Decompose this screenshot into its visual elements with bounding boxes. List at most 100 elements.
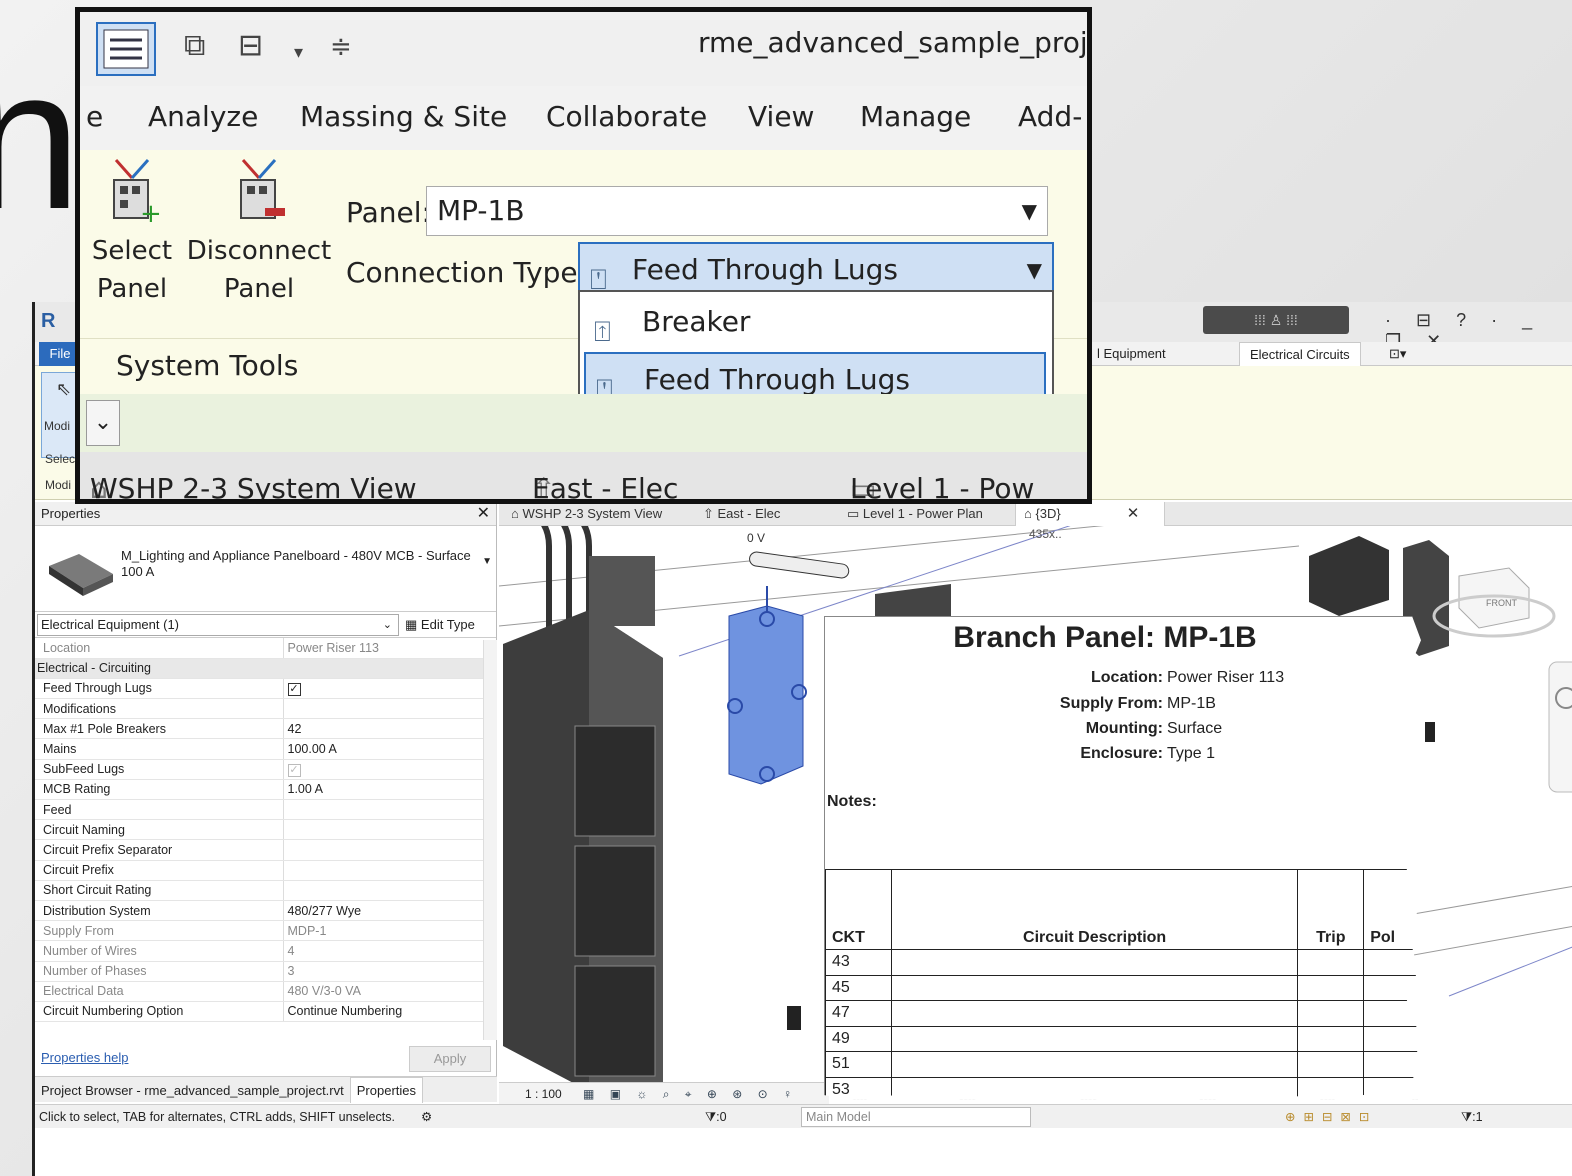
dropdown-arrow-icon[interactable]: ▼ bbox=[482, 556, 492, 567]
disconnect-panel-button[interactable]: Disconnect Panel bbox=[186, 156, 332, 308]
voltage-label: 0 V bbox=[747, 531, 765, 545]
tab-level-1-power-plan[interactable]: ▭ Level 1 - Power Plan bbox=[839, 502, 983, 526]
property-label: Supply From bbox=[35, 920, 283, 942]
option-breaker[interactable]: ⍐ Breaker bbox=[584, 296, 1046, 348]
tab-massing-site[interactable]: Massing & Site bbox=[300, 100, 507, 133]
customize-toolbar-icon[interactable]: ≑ bbox=[330, 32, 352, 62]
tab-electrical-circuits[interactable]: Electrical Circuits bbox=[1239, 342, 1361, 366]
property-group-row[interactable]: Electrical - Circuiting bbox=[35, 658, 483, 679]
property-value[interactable] bbox=[282, 880, 483, 901]
view-scale[interactable]: 1 : 100 bbox=[525, 1087, 562, 1101]
dropdown-arrow-icon[interactable]: ▾ bbox=[294, 42, 303, 63]
properties-scrollbar[interactable] bbox=[483, 640, 497, 1040]
apply-button[interactable]: Apply bbox=[409, 1046, 491, 1072]
tab-view[interactable]: View bbox=[748, 100, 814, 133]
view-control-icons[interactable]: ▦ ▣ ☼ ⌕ ⌖ ⊕ ⊛ ⊙ ♀ bbox=[583, 1087, 798, 1101]
tab-partial[interactable]: e bbox=[86, 100, 103, 133]
property-label: Feed bbox=[35, 799, 283, 821]
selection-settings-icons[interactable]: ⊕⊞⊟⊠⊡ bbox=[1285, 1105, 1377, 1129]
system-browser-icon[interactable] bbox=[96, 22, 156, 76]
panel-select[interactable]: MP-1B ▼ bbox=[426, 186, 1048, 236]
property-value[interactable]: 480/277 Wye bbox=[282, 900, 483, 922]
property-row: Electrical Data 480 V/3-0 VA bbox=[35, 981, 483, 1002]
property-value[interactable] bbox=[282, 839, 483, 861]
options-bar: ⌄ bbox=[80, 394, 1087, 452]
circuit-cell bbox=[890, 1025, 1299, 1052]
filter-count[interactable]: ⧩:1 bbox=[1461, 1105, 1483, 1129]
tab-east-elec[interactable]: ⇧ East - Elec bbox=[695, 502, 780, 526]
tab-properties[interactable]: Properties bbox=[349, 1077, 423, 1103]
select-panel-button[interactable]: + Select Panel bbox=[84, 156, 180, 308]
tab-project-browser[interactable]: Project Browser - rme_advanced_sample_pr… bbox=[35, 1078, 350, 1103]
circuit-cell bbox=[1297, 1051, 1365, 1078]
tag-label: 435x.. bbox=[1029, 527, 1062, 541]
worksharing-icon[interactable]: ⚙ bbox=[421, 1105, 432, 1129]
circuit-row: 45 bbox=[825, 974, 1421, 1001]
edit-type-button[interactable]: ▦ Edit Type bbox=[405, 614, 475, 636]
property-label: Feed Through Lugs bbox=[35, 678, 283, 700]
panel-label: Panel: bbox=[346, 196, 431, 229]
tab-manage[interactable]: Manage bbox=[860, 100, 971, 133]
3d-view-icon: ⌂ bbox=[1024, 506, 1036, 521]
infocenter-toolbar[interactable]: ⁞⁞⁞ ♙ ⁞⁞⁞ bbox=[1203, 306, 1349, 334]
property-value[interactable]: Continue Numbering bbox=[282, 1001, 483, 1023]
close-icon[interactable]: ✕ bbox=[477, 502, 490, 526]
circuit-number: 43 bbox=[825, 949, 892, 976]
property-value[interactable] bbox=[282, 698, 483, 720]
tab-electrical-equipment[interactable]: l Equipment bbox=[1087, 342, 1176, 366]
close-icon[interactable]: ✕ bbox=[1127, 505, 1140, 522]
status-text: Click to select, TAB for alternates, CTR… bbox=[39, 1110, 395, 1124]
ribbon-display-options-icon[interactable]: ⊡▾ bbox=[1379, 342, 1416, 366]
property-value[interactable]: 42 bbox=[282, 718, 483, 740]
design-option-select[interactable]: Main Model bbox=[801, 1107, 1031, 1127]
select-panel-icon: + bbox=[113, 159, 162, 226]
circuit-row: 43 bbox=[825, 949, 1421, 976]
circuit-row: 47 bbox=[825, 1000, 1421, 1027]
instance-filter-select[interactable]: Electrical Equipment (1) ⌄ bbox=[37, 614, 399, 636]
property-value[interactable]: ✓ bbox=[282, 678, 483, 700]
view-tab-label: East - Elec bbox=[717, 506, 781, 521]
switch-windows-icon[interactable]: ⊟ bbox=[238, 28, 263, 63]
properties-help-link[interactable]: Properties help bbox=[41, 1050, 128, 1065]
circuit-number: 45 bbox=[825, 974, 892, 1001]
property-row: Number of Phases 3 bbox=[35, 961, 483, 982]
edit-type-label: Edit Type bbox=[420, 617, 475, 632]
property-row: Mains 100.00 A bbox=[35, 738, 483, 760]
filter-icon: ⧩ bbox=[1461, 1110, 1473, 1124]
checkbox-icon[interactable]: ✓ bbox=[287, 682, 301, 696]
instance-filter-row: Electrical Equipment (1) ⌄ ▦ Edit Type bbox=[35, 612, 496, 638]
tab-add-ins[interactable]: Add- bbox=[1018, 100, 1082, 133]
chevron-down-icon[interactable]: ⌄ bbox=[86, 400, 120, 446]
panelboard-thumbnail-icon bbox=[49, 554, 113, 596]
property-row: Location Power Riser 113 bbox=[35, 638, 483, 659]
view-tab-label: Level 1 - Pow bbox=[850, 472, 1035, 504]
tab-collaborate[interactable]: Collaborate bbox=[546, 100, 707, 133]
tab-wshp-system-view[interactable]: ⌂ WSHP 2-3 System View bbox=[503, 502, 662, 526]
circuit-number: 47 bbox=[825, 1000, 892, 1027]
list-icon bbox=[103, 29, 149, 69]
property-value: 4 bbox=[282, 940, 483, 962]
close-hidden-windows-icon[interactable]: ⧉ bbox=[184, 28, 205, 63]
view-tab-bar: ⌂ WSHP 2-3 System View ⇧ East - Elec ▭ L… bbox=[499, 502, 1572, 526]
quick-access-toolbar: ⧉ ⊟ ▾ ≑ rme_advanced_sample_projec bbox=[80, 12, 1087, 86]
property-value[interactable] bbox=[282, 819, 483, 841]
field-key: Enclosure: bbox=[1080, 745, 1163, 762]
property-label: Modifications bbox=[35, 698, 283, 720]
property-value[interactable]: 1.00 A bbox=[282, 779, 483, 801]
tab-analyze[interactable]: Analyze bbox=[148, 100, 258, 133]
option-label: Breaker bbox=[642, 305, 751, 338]
property-value[interactable] bbox=[282, 799, 483, 821]
property-value[interactable]: ✓ bbox=[282, 759, 483, 780]
field-key: Supply From: bbox=[1059, 695, 1163, 712]
view-tab-label: East - Elec bbox=[532, 472, 679, 504]
property-value[interactable]: 100.00 A bbox=[282, 738, 483, 760]
project-title: rme_advanced_sample_projec bbox=[698, 26, 1092, 59]
tab-3d[interactable]: ⌂ {3D} ✕ bbox=[1015, 502, 1165, 526]
property-value[interactable] bbox=[282, 860, 483, 881]
type-selector[interactable]: M_Lighting and Appliance Panelboard - 48… bbox=[35, 526, 496, 612]
svg-text:+: + bbox=[140, 199, 162, 226]
filter-value: Electrical Equipment (1) bbox=[41, 617, 179, 632]
property-label: Number of Phases bbox=[35, 961, 283, 982]
revit-logo-icon[interactable]: R bbox=[41, 310, 55, 333]
property-label: MCB Rating bbox=[35, 779, 283, 801]
